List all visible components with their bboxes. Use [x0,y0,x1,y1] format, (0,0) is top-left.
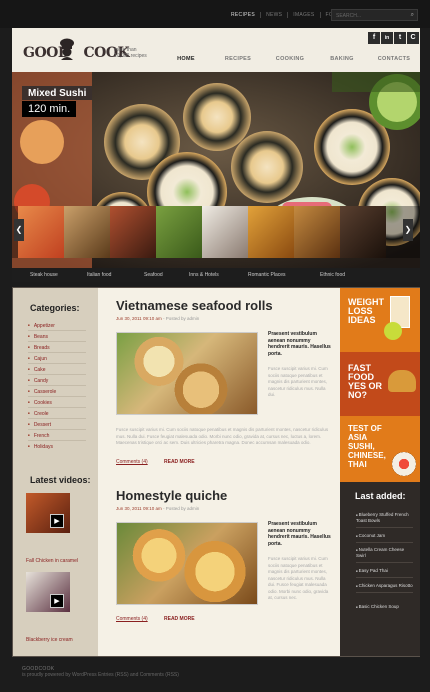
thumbnail-2[interactable] [64,206,110,258]
hero-title: Mixed Sushi [22,86,93,100]
promo-fast-food[interactable]: FAST FOOD YES OR NO? [340,352,420,416]
thumbnail-4[interactable] [156,206,202,258]
nav-baking[interactable]: BAKING [316,56,368,62]
comments-link[interactable]: Comments (4) [116,616,148,622]
top-link-images[interactable]: IMAGES [287,12,319,18]
thumbnail-1[interactable] [18,206,64,258]
category-item[interactable]: Holidays [28,441,86,452]
top-link-recipes[interactable]: RECIPES [226,12,260,18]
nav-contacts[interactable]: CONTACTS [368,56,420,62]
categories-heading: Categories: [30,303,80,313]
category-item[interactable]: Beans [28,331,86,342]
category-item[interactable]: Appetizer [28,320,86,331]
promo-text: FAST FOOD YES OR NO? [348,363,383,400]
chef-icon [60,38,74,60]
last-added-item[interactable]: Nutella Cream Cheese Swirl [356,544,413,563]
post-meta: Jun 30, 2011 09:10 am - Posted by admin [116,316,199,321]
read-more-link[interactable]: READ MORE [164,459,195,465]
lime-icon [384,322,402,340]
post-intro: Praesent vestibulum aenean nonummy hendr… [268,331,331,357]
category-item[interactable]: Creole [28,408,86,419]
linkedin-icon[interactable]: in [381,32,393,44]
last-added-item[interactable]: Basic Chicken Soup [356,601,413,613]
post-image[interactable] [116,522,258,605]
comments-link[interactable]: Comments (4) [116,459,148,465]
last-added-item[interactable]: Easy Pad Thai [356,565,413,578]
prev-arrow-icon[interactable]: ❮ [14,219,24,241]
post-date: Jun 30, 2011 09:10 am [116,506,162,511]
play-icon[interactable]: ▶ [50,514,64,528]
play-icon[interactable]: ▶ [50,594,64,608]
post-body: Fusce suscipit varius mi. Cum sociis nat… [116,427,329,445]
post-meta: Jun 30, 2011 09:10 am - Posted by admin [116,506,199,511]
post-image[interactable] [116,332,258,415]
promo-weight-loss[interactable]: WEIGHT LOSS IDEAS [340,288,420,352]
main-nav: HOME RECIPES COOKING BAKING CONTACTS [160,56,420,62]
top-link-news[interactable]: NEWS [260,12,287,18]
last-added-item[interactable]: Coconut Jam [356,530,413,543]
category-item[interactable]: Dessert [28,419,86,430]
cat-link-steak-house[interactable]: Steak house [30,272,58,278]
cat-link-italian-food[interactable]: Italian food [87,272,111,278]
thumbnail-5[interactable] [202,206,248,258]
promo-taste-of-asia[interactable]: TEST OF ASIA SUSHI, CHINESE, THAI [340,416,420,482]
nav-recipes[interactable]: RECIPES [212,56,264,62]
footer-text: is proudly powered by WordPress Entries … [22,672,179,678]
category-item[interactable]: Cake [28,364,86,375]
thumbnail-6[interactable] [248,206,294,258]
post-title[interactable]: Homestyle quiche [116,488,227,503]
burger-icon [388,370,416,392]
last-added-item[interactable]: Chicken Asparagus Risotto [356,580,413,593]
search-icon[interactable]: ⌕ [411,12,414,19]
category-item[interactable]: Cookies [28,397,86,408]
cat-link-seafood[interactable]: Seafood [144,272,163,278]
cat-link-inns-hotels[interactable]: Inns & Hotels [189,272,219,278]
facebook-icon[interactable]: f [368,32,380,44]
nav-cooking[interactable]: COOKING [264,56,316,62]
promo-text: WEIGHT LOSS IDEAS [348,297,384,325]
post-title[interactable]: Vietnamese seafood rolls [116,298,273,313]
video-caption[interactable]: Fall Chicken in caramel [26,558,78,564]
post-author: - Posted by admin [162,316,200,321]
category-item[interactable]: Candy [28,375,86,386]
post-date: Jun 30, 2011 09:10 am [116,316,162,321]
tagline: more than 10,000 recipes [114,47,147,59]
thumbnail-8[interactable] [340,206,386,258]
category-item[interactable]: Casserole [28,386,86,397]
tagline-line2: 10,000 recipes [114,53,147,59]
post-excerpt: Fusce suscipit varius mi. Cum sociis nat… [268,556,329,600]
thumbnail-3[interactable] [110,206,156,258]
latest-videos-heading: Latest videos: [30,475,91,485]
video-caption[interactable]: Blackberry ice cream [26,637,73,643]
cat-link-ethnic-food[interactable]: Ethnic food [320,272,345,278]
category-item[interactable]: Cajun [28,353,86,364]
hero-time: 120 min. [22,101,77,117]
sushi-icon [392,452,416,476]
thumbnail-7[interactable] [294,206,340,258]
last-added-heading: Last added: [355,491,406,501]
post-excerpt: Fusce suscipit varius mi. Cum sociis nat… [268,366,328,397]
post-author: - Posted by admin [162,506,200,511]
post-intro: Praesent vestibulum aenean nonummy hendr… [268,521,331,547]
category-item[interactable]: French [28,430,86,441]
chat-icon[interactable]: C [407,32,419,44]
cat-link-romantic-places[interactable]: Romantic Places [248,272,286,278]
read-more-link[interactable]: READ MORE [164,616,195,622]
promo-text: TEST OF ASIA SUSHI, CHINESE, THAI [348,424,386,469]
search-placeholder: SEARCH... [336,13,362,19]
next-arrow-icon[interactable]: ❯ [403,219,413,241]
search-input[interactable]: SEARCH... ⌕ [331,9,418,21]
twitter-icon[interactable]: t [394,32,406,44]
nav-home[interactable]: HOME [160,56,212,62]
last-added-item[interactable]: Blueberry Stuffed French Toast Bowls [356,509,413,528]
category-item[interactable]: Breads [28,342,86,353]
